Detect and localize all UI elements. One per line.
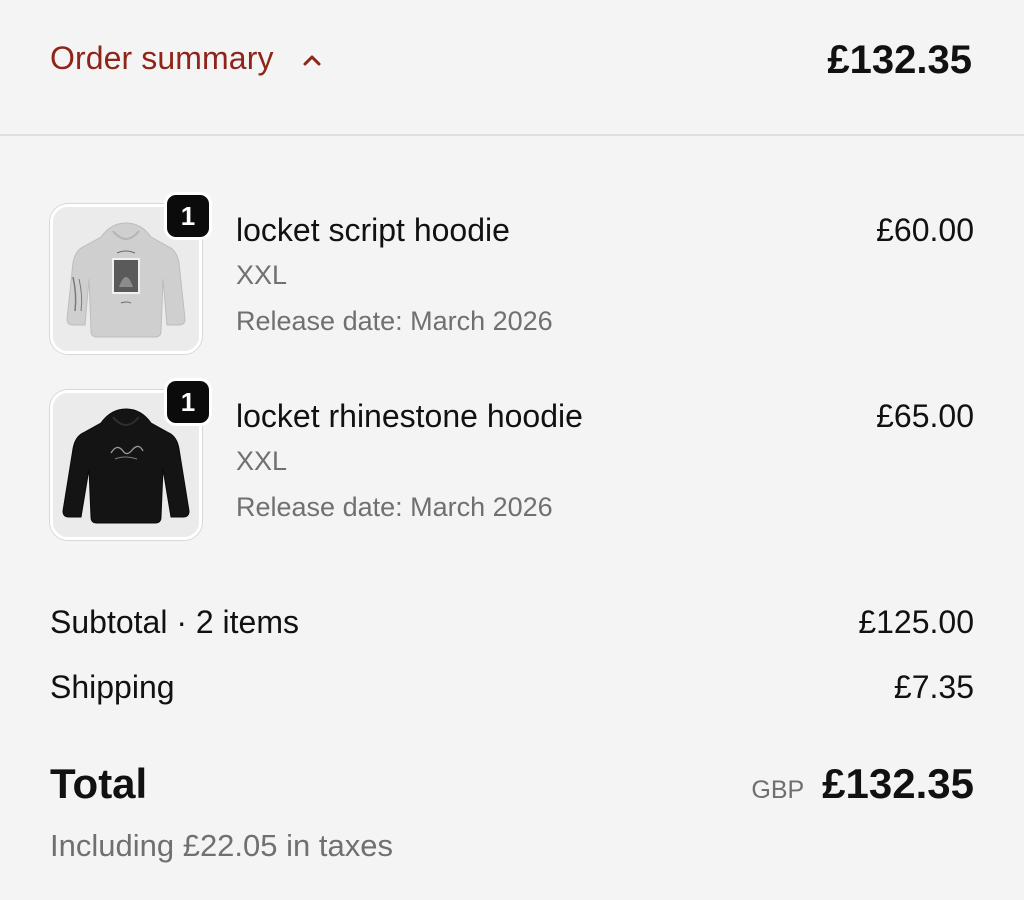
item-name: locket script hoodie [236,212,510,248]
item-variant: XXL [236,446,288,476]
item-release-date: Release date: March 2026 [236,306,553,336]
currency-code: GBP [751,776,805,804]
shipping-row: Shipping £7.35 [50,669,974,706]
chevron-up-icon [298,47,326,75]
item-variant: XXL [236,260,288,290]
item-price: £60.00 [876,212,974,248]
tax-note: Including £22.05 in taxes [50,828,393,863]
shipping-value: £7.35 [893,669,974,705]
order-summary-header: Order summary £132.35 [0,0,1024,136]
order-summary-panel: Order summary £132.35 1 locket script ho… [0,0,1024,900]
subtotal-label: Subtotal · 2 items [50,604,299,640]
order-summary-toggle-label: Order summary [50,40,274,76]
order-summary-toggle[interactable]: Order summary [50,40,326,77]
item-name: locket rhinestone hoodie [236,398,583,434]
total-label: Total [50,760,148,807]
shipping-label: Shipping [50,669,175,705]
quantity-badge: 1 [164,192,212,240]
item-price: £65.00 [876,398,974,434]
quantity-badge: 1 [164,378,212,426]
line-item: 1 locket script hoodie XXL Release date:… [50,192,974,356]
item-release-date: Release date: March 2026 [236,492,553,522]
subtotal-value: £125.00 [858,604,974,640]
total-value: £132.35 [822,760,974,807]
total-amount-group: GBP £132.35 [751,760,974,808]
header-total-price: £132.35 [827,38,972,82]
subtotal-row: Subtotal · 2 items £125.00 [50,604,974,641]
total-row: Total GBP £132.35 [50,760,974,816]
line-item: 1 locket rhinestone hoodie XXL Release d… [50,378,974,542]
